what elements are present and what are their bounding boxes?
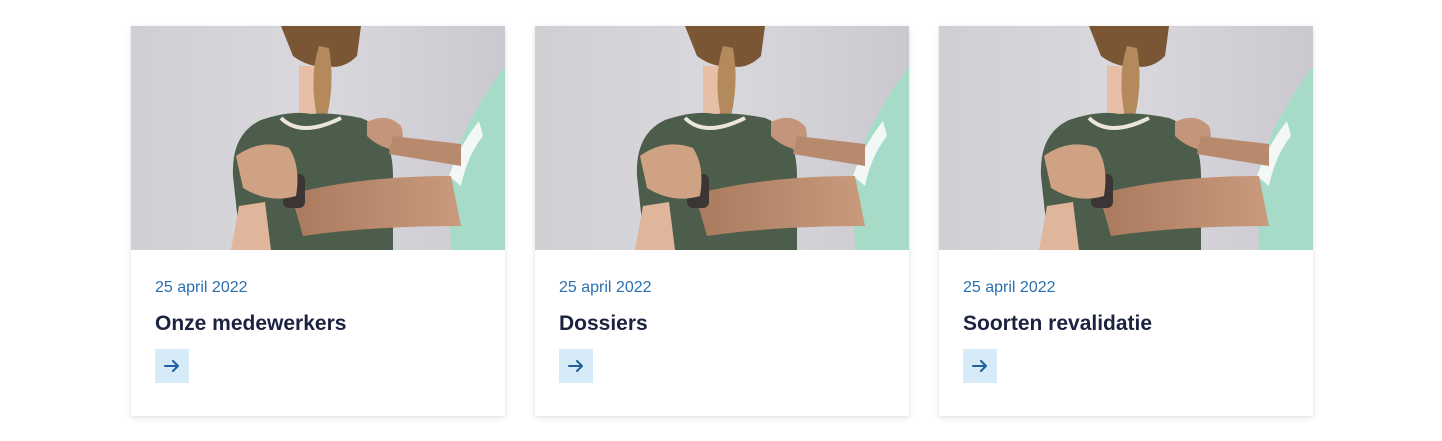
arrow-right-icon [568, 360, 583, 372]
article-card[interactable]: 25 april 2022 Soorten revalidatie [939, 26, 1313, 416]
read-more-button[interactable] [559, 349, 593, 383]
card-title[interactable]: Soorten revalidatie [963, 311, 1289, 337]
article-card[interactable]: 25 april 2022 Onze medewerkers [131, 26, 505, 416]
article-cards: 25 april 2022 Onze medewerkers 25 april … [131, 26, 1313, 416]
arrow-right-icon [164, 360, 179, 372]
card-date: 25 april 2022 [963, 279, 1056, 296]
card-body: 25 april 2022 Soorten revalidatie [939, 250, 1313, 416]
arrow-right-icon [972, 360, 987, 372]
card-photo [131, 26, 505, 250]
card-photo [939, 26, 1313, 250]
card-body: 25 april 2022 Onze medewerkers [131, 250, 505, 416]
card-title[interactable]: Dossiers [559, 311, 885, 337]
read-more-button[interactable] [963, 349, 997, 383]
card-photo [535, 26, 909, 250]
card-title[interactable]: Onze medewerkers [155, 311, 481, 337]
read-more-button[interactable] [155, 349, 189, 383]
card-date: 25 april 2022 [559, 279, 652, 296]
card-body: 25 april 2022 Dossiers [535, 250, 909, 416]
article-card[interactable]: 25 april 2022 Dossiers [535, 26, 909, 416]
card-date: 25 april 2022 [155, 279, 248, 296]
